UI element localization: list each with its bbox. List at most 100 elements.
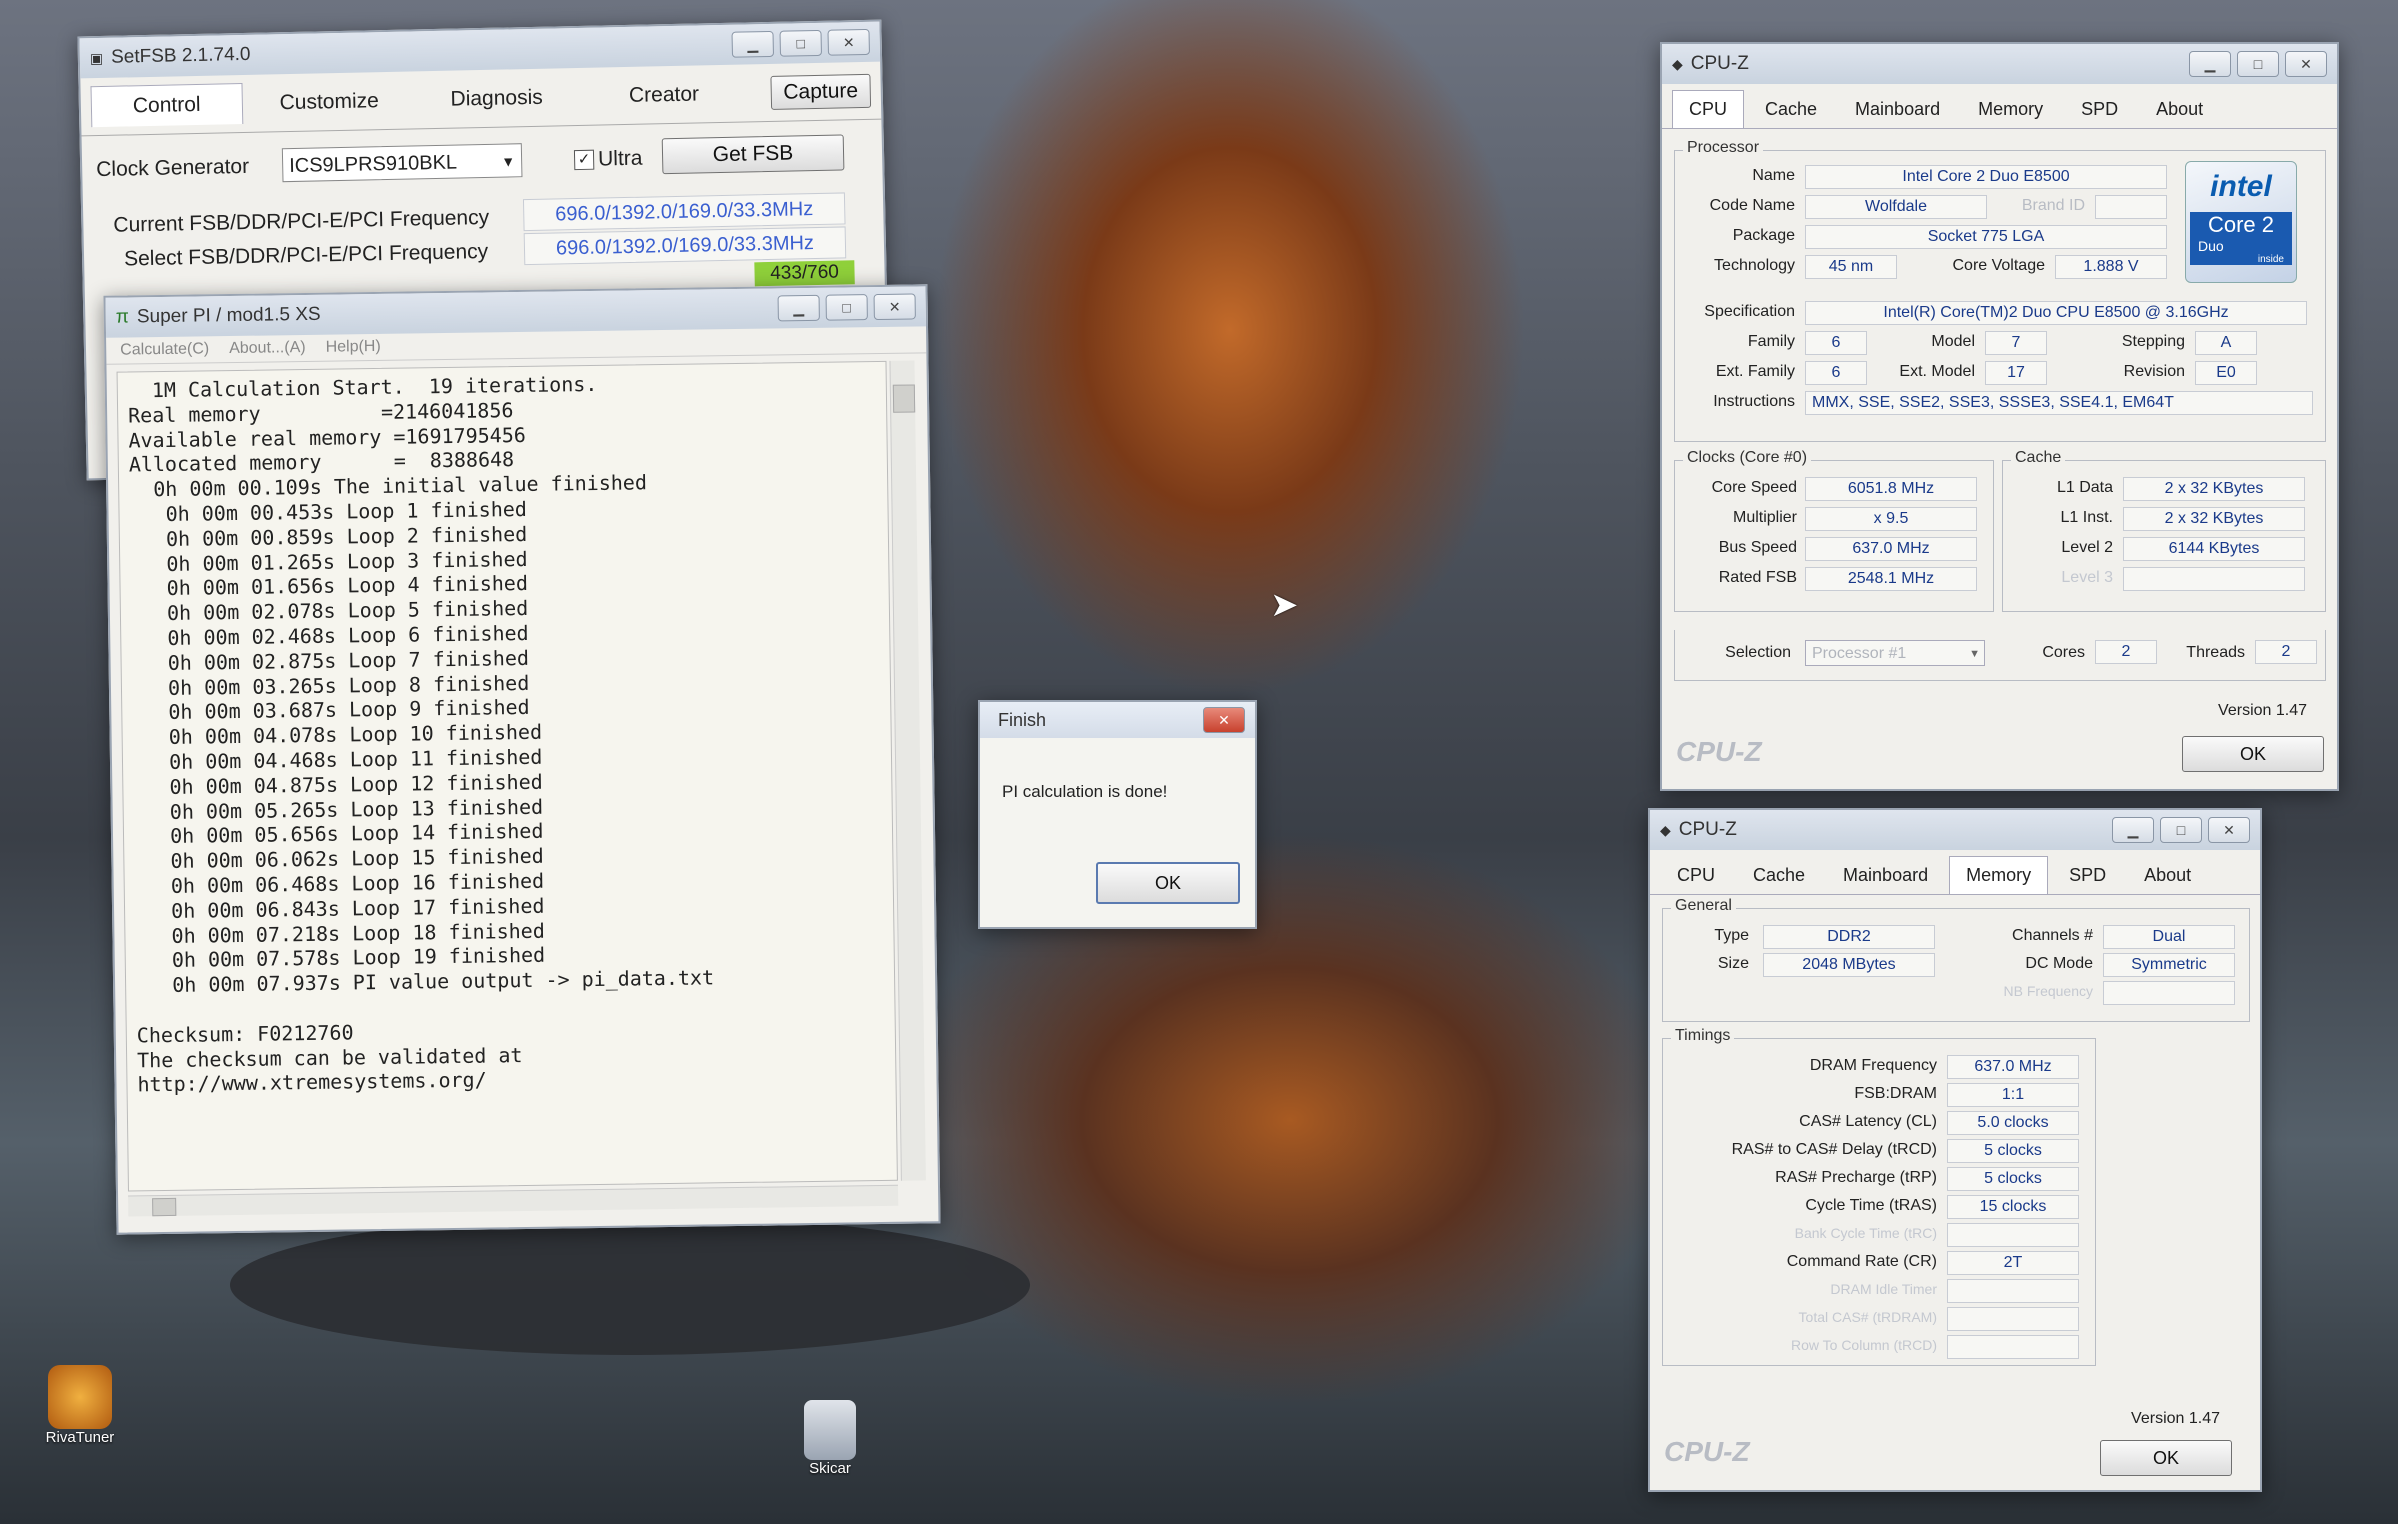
- tab-memory[interactable]: Memory: [1961, 90, 2060, 128]
- menu-about[interactable]: About...(A): [229, 339, 306, 358]
- minimize-button[interactable]: ▁: [777, 294, 820, 322]
- ok-button[interactable]: OK: [2182, 736, 2324, 772]
- ratedfsb-value: 2548.1 MHz: [1805, 567, 1977, 591]
- selection-group: Selection Processor #1 ▼ Cores 2 Threads…: [1674, 630, 2326, 681]
- family-label: Family: [1747, 333, 1795, 350]
- general-legend: General: [1671, 897, 1736, 915]
- desktop-icon-rivatuner[interactable]: RivaTuner: [30, 1365, 130, 1446]
- cpuz-brand: CPU-Z: [1676, 736, 1762, 767]
- technology-label: Technology: [1714, 257, 1795, 274]
- l1data-value: 2 x 32 KBytes: [2123, 477, 2305, 501]
- name-label: Name: [1752, 167, 1795, 184]
- extmodel-label: Ext. Model: [1899, 363, 1975, 380]
- maximize-button[interactable]: □: [2237, 51, 2279, 77]
- tab-diagnosis[interactable]: Diagnosis: [415, 76, 577, 120]
- tras-value: 15 clocks: [1947, 1195, 2079, 1219]
- corespeed-label: Core Speed: [1711, 479, 1797, 496]
- cpuz-cpu-titlebar[interactable]: ◆ CPU-Z ▁ □ ✕: [1662, 44, 2337, 84]
- cpuz-app-icon: ◆: [1672, 55, 1683, 72]
- capture-button[interactable]: Capture: [770, 73, 872, 110]
- clock-generator-select[interactable]: ICS9LPRS910BKL ▼: [281, 143, 523, 183]
- type-value: DDR2: [1763, 925, 1935, 949]
- cpuz-version: Version 1.47: [2218, 702, 2307, 719]
- trp-label: RAS# Precharge (tRP): [1775, 1169, 1937, 1186]
- command-rate-value: 2T: [1947, 1251, 2079, 1275]
- channels-label: Channels #: [2012, 927, 2093, 944]
- dram-frequency-value: 637.0 MHz: [1947, 1055, 2079, 1079]
- maximize-button[interactable]: □: [779, 29, 823, 57]
- clocks-group: Clocks (Core #0) Core Speed 6051.8 MHz M…: [1674, 449, 1994, 612]
- tab-about[interactable]: About: [2139, 90, 2220, 128]
- tab-cpu[interactable]: CPU: [1660, 856, 1732, 894]
- level2-label: Level 2: [2061, 539, 2113, 556]
- close-button[interactable]: ✕: [873, 293, 916, 321]
- maximize-button[interactable]: □: [2160, 817, 2202, 843]
- timings-group: Timings DRAM Frequency 637.0 MHz FSB:DRA…: [1662, 1027, 2096, 1366]
- minimize-button[interactable]: ▁: [2189, 51, 2231, 77]
- inside-logo-text: inside: [2190, 254, 2292, 265]
- setfsb-title: SetFSB 2.1.74.0: [110, 43, 251, 68]
- cpuz-memory-title: CPU-Z: [1678, 819, 1737, 840]
- skicar-icon: [804, 1400, 856, 1460]
- cpuz-cpu-title: CPU-Z: [1690, 53, 1749, 74]
- tab-cache[interactable]: Cache: [1736, 856, 1822, 894]
- menu-calculate[interactable]: Calculate(C): [120, 340, 209, 359]
- tab-spd[interactable]: SPD: [2064, 90, 2135, 128]
- cpuz-app-icon: ◆: [1660, 821, 1671, 838]
- maximize-button[interactable]: □: [825, 294, 868, 321]
- trp-value: 5 clocks: [1947, 1167, 2079, 1191]
- tab-memory[interactable]: Memory: [1949, 856, 2049, 894]
- rivatuner-icon: [48, 1365, 112, 1429]
- tab-control[interactable]: Control: [90, 83, 243, 128]
- trcd-value: 5 clocks: [1947, 1139, 2079, 1163]
- minimize-button[interactable]: ▁: [731, 30, 775, 58]
- superpi-title: Super PI / mod1.5 XS: [136, 303, 321, 328]
- finish-titlebar[interactable]: Finish ✕: [980, 702, 1255, 738]
- scrollbar-thumb[interactable]: [152, 1197, 177, 1217]
- close-button[interactable]: ✕: [827, 28, 870, 56]
- lake-rock: [230, 1215, 1030, 1355]
- ok-button[interactable]: OK: [1096, 862, 1240, 904]
- desktop-icon-skicar[interactable]: Skicar: [780, 1400, 880, 1477]
- superpi-window: π Super PI / mod1.5 XS ▁ □ ✕ Calculate(C…: [103, 284, 941, 1235]
- ok-button[interactable]: OK: [2100, 1440, 2232, 1476]
- general-group: General Type DDR2 Size 2048 MBytes Chann…: [1662, 897, 2250, 1022]
- select-fsb-label: Select FSB/DDR/PCI-E/PCI Frequency: [123, 239, 489, 271]
- stepping-value: A: [2195, 331, 2257, 355]
- close-button[interactable]: ✕: [1203, 707, 1245, 733]
- processor-select[interactable]: Processor #1 ▼: [1805, 640, 1985, 666]
- close-button[interactable]: ✕: [2208, 817, 2250, 843]
- trcd-label: RAS# to CAS# Delay (tRCD): [1731, 1141, 1937, 1158]
- tab-mainboard[interactable]: Mainboard: [1838, 90, 1957, 128]
- clocks-legend: Clocks (Core #0): [1683, 449, 1812, 467]
- menu-help[interactable]: Help(H): [326, 338, 381, 357]
- ultra-checkbox[interactable]: ✓: [573, 149, 595, 171]
- tab-cache[interactable]: Cache: [1748, 90, 1834, 128]
- trc-label: Bank Cycle Time (tRC): [1794, 1225, 1937, 1241]
- idle-timer-value: [1947, 1279, 2079, 1303]
- busspeed-value: 637.0 MHz: [1805, 537, 1977, 561]
- tab-mainboard[interactable]: Mainboard: [1826, 856, 1945, 894]
- tab-creator[interactable]: Creator: [583, 73, 745, 117]
- get-fsb-button[interactable]: Get FSB: [661, 134, 845, 175]
- superpi-output[interactable]: 1M Calculation Start. 19 iterations. Real…: [116, 360, 898, 1192]
- tab-spd[interactable]: SPD: [2052, 856, 2123, 894]
- extmodel-value: 17: [1985, 361, 2047, 385]
- scrollbar-thumb[interactable]: [892, 384, 916, 413]
- close-button[interactable]: ✕: [2285, 51, 2327, 77]
- finish-dialog: Finish ✕ PI calculation is done! OK: [978, 700, 1257, 929]
- tab-about[interactable]: About: [2127, 856, 2208, 894]
- level2-value: 6144 KBytes: [2123, 537, 2305, 561]
- type-label: Type: [1714, 927, 1749, 944]
- threads-value: 2: [2255, 640, 2317, 664]
- dcmode-label: DC Mode: [2025, 955, 2093, 972]
- corevoltage-value: 1.888 V: [2055, 255, 2167, 279]
- brandid-label: Brand ID: [2021, 197, 2085, 214]
- extfamily-value: 6: [1805, 361, 1867, 385]
- cpuz-memory-titlebar[interactable]: ◆ CPU-Z ▁ □ ✕: [1650, 810, 2260, 850]
- tab-customize[interactable]: Customize: [248, 80, 410, 124]
- dcmode-value: Symmetric: [2103, 953, 2235, 977]
- minimize-button[interactable]: ▁: [2112, 817, 2154, 843]
- tab-cpu[interactable]: CPU: [1672, 90, 1745, 128]
- technology-value: 45 nm: [1805, 255, 1897, 279]
